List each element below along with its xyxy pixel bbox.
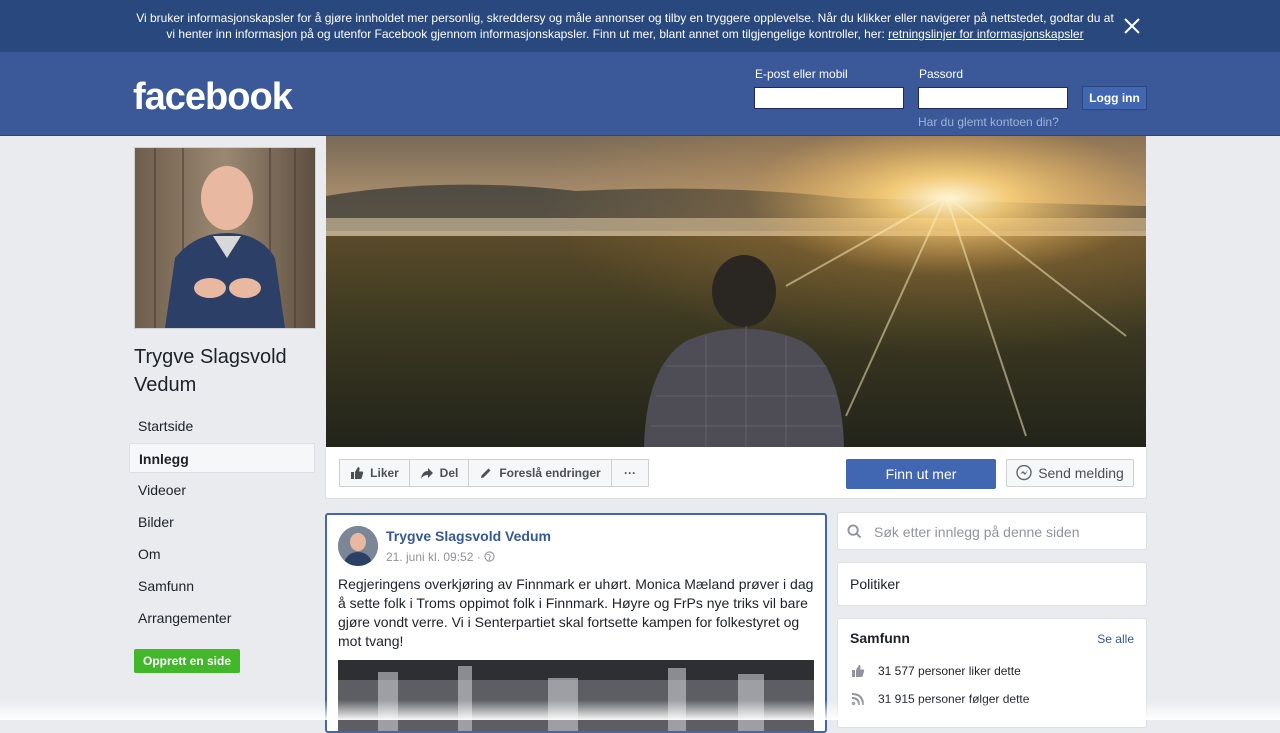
email-label: E-post eller mobil [755,67,848,81]
suggest-edits-label: Foreslå endringer [499,466,601,480]
share-arrow-icon [420,468,433,479]
more-icon: ··· [624,466,636,480]
post-timestamp[interactable]: 21. juni kl. 09:52 · [386,550,495,564]
like-button[interactable]: Liker [339,459,410,487]
cookie-text-line2: vi henter inn informasjon på og utenfor … [166,27,885,41]
post-time-text: 21. juni kl. 09:52 · [386,550,481,564]
cookie-policy-link[interactable]: retningslinjer for informasjonskapsler [888,27,1083,41]
post-author-link[interactable]: Trygve Slagsvold Vedum [386,528,551,544]
password-field[interactable] [918,87,1068,109]
cover-photo[interactable] [326,136,1146,447]
share-button[interactable]: Del [409,459,469,487]
nav-item-bilder[interactable]: Bilder [129,507,315,537]
login-button[interactable]: Logg inn [1082,86,1147,110]
email-field[interactable] [754,87,904,109]
nav-item-startside[interactable]: Startside [129,411,315,441]
search-input[interactable] [872,521,1136,543]
send-message-label: Send melding [1038,465,1124,481]
category-link[interactable]: Politiker [850,576,900,592]
page-nav: Startside Innlegg Videoer Bilder Om Samf… [129,411,315,635]
share-label: Del [439,466,459,480]
community-card: Samfunn Se alle 31 577 personer liker de… [837,618,1147,728]
globe-icon [484,551,495,562]
nav-item-arrangementer[interactable]: Arrangementer [129,603,315,633]
profile-picture[interactable] [134,147,316,329]
likes-text: 31 577 personer liker dette [878,664,1021,678]
follows-count: 31 915 personer følger dette [850,692,1029,706]
community-title: Samfunn [850,630,910,646]
page-action-bar: Liker Del Foreslå endringer ··· Finn ut … [325,447,1147,499]
send-message-button[interactable]: Send melding [1006,459,1134,487]
like-label: Liker [370,466,399,480]
nav-item-samfunn[interactable]: Samfunn [129,571,315,601]
learn-more-button[interactable]: Finn ut mer [846,459,996,489]
post-search [837,512,1147,550]
cookie-text-line1: Vi bruker informasjonskapsler for å gjør… [136,11,1114,25]
create-page-button[interactable]: Opprett en side [134,649,240,673]
see-all-link[interactable]: Se alle [1097,632,1134,646]
rss-icon [851,693,864,706]
search-icon [847,524,862,539]
forgot-account-link[interactable]: Har du glemt kontoen din? [918,115,1059,129]
facebook-logo[interactable]: facebook [133,76,293,119]
post-image[interactable] [338,660,814,731]
cookie-banner: Vi bruker informasjonskapsler for å gjør… [0,0,1280,52]
messenger-icon [1016,465,1032,481]
close-icon[interactable] [1122,16,1142,36]
thumbs-up-icon [351,467,364,479]
nav-item-videoer[interactable]: Videoer [129,475,315,505]
pencil-icon [481,468,491,478]
thumbs-up-icon [852,665,865,677]
post-body: Regjeringens overkjøring av Finnmark er … [338,576,814,649]
page-title: Trygve Slagsvold Vedum [134,346,287,396]
post-card: Trygve Slagsvold Vedum 21. juni kl. 09:5… [325,513,827,733]
suggest-edits-button[interactable]: Foreslå endringer [468,459,612,487]
top-header: facebook E-post eller mobil Passord Logg… [0,52,1280,136]
nav-item-om[interactable]: Om [129,539,315,569]
follows-text: 31 915 personer følger dette [878,692,1030,706]
nav-item-innlegg[interactable]: Innlegg [129,443,315,473]
category-card: Politiker [837,562,1147,606]
more-options-button[interactable]: ··· [611,459,649,487]
likes-count: 31 577 personer liker dette [850,664,1021,678]
password-label: Passord [919,67,964,81]
avatar[interactable] [338,526,378,566]
